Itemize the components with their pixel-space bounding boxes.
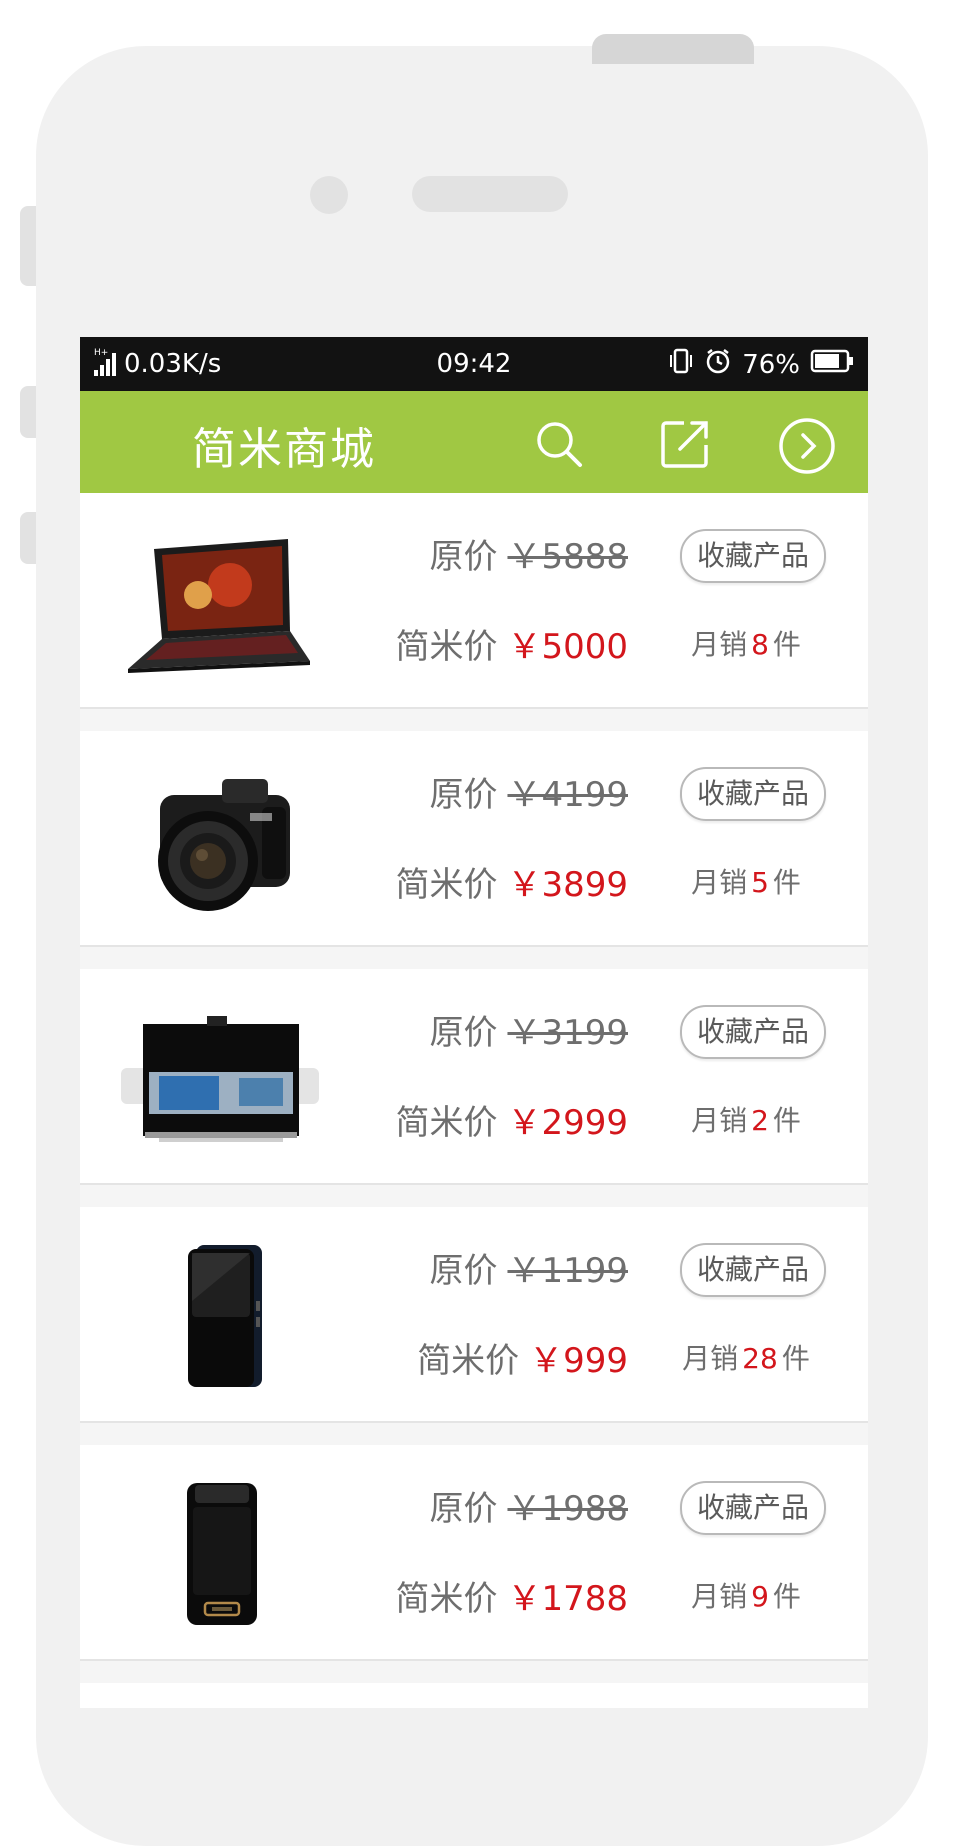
favorite-button[interactable]: 收藏产品 bbox=[680, 1481, 826, 1535]
original-price-label: 原价 bbox=[429, 1251, 498, 1291]
original-price: 原价 ￥1199 bbox=[429, 1243, 628, 1292]
share-icon[interactable] bbox=[658, 417, 712, 471]
member-price: 简米价 ￥5000 bbox=[395, 619, 628, 668]
original-price-value: ￥1988 bbox=[507, 1489, 628, 1529]
sales-unit: 件 bbox=[781, 1342, 810, 1375]
laptop-image bbox=[110, 517, 330, 687]
sales-unit: 件 bbox=[772, 866, 801, 899]
sales-count: 9 bbox=[751, 1580, 769, 1613]
product-card[interactable]: 原价 ￥5888 简米价 ￥5000 收藏产品 月销 8 件 bbox=[80, 493, 868, 709]
favorite-button[interactable]: 收藏产品 bbox=[680, 1243, 826, 1297]
member-price-value: ￥5000 bbox=[507, 627, 628, 667]
phone-image bbox=[110, 1231, 330, 1401]
sales-unit: 件 bbox=[772, 628, 801, 661]
original-price-value: ￥1199 bbox=[507, 1251, 628, 1291]
original-price-value: ￥5888 bbox=[507, 537, 628, 577]
earpiece-speaker bbox=[412, 176, 568, 212]
page-title: 简米商城 bbox=[192, 424, 376, 475]
volume-up-button bbox=[20, 386, 36, 438]
search-icon[interactable] bbox=[532, 417, 586, 471]
tv-image bbox=[110, 993, 330, 1163]
original-price-label: 原价 bbox=[429, 537, 498, 577]
sales-unit: 件 bbox=[772, 1104, 801, 1137]
sales-count: 5 bbox=[751, 866, 769, 899]
original-price-value: ￥3199 bbox=[507, 1013, 628, 1053]
product-card[interactable]: 原价 ￥3199 简米价 ￥2999 收藏产品 月销 2 件 bbox=[80, 969, 868, 1185]
monthly-sales: 月销 28 件 bbox=[666, 1337, 826, 1377]
next-icon[interactable] bbox=[778, 417, 835, 474]
member-price: 简米价 ￥999 bbox=[417, 1333, 628, 1382]
product-card[interactable]: 原价 ￥1988 简米价 ￥1788 收藏产品 月销 9 件 bbox=[80, 1445, 868, 1661]
product-list: 原价 ￥5888 简米价 ￥5000 收藏产品 月销 8 件 原价 ￥4199 … bbox=[80, 493, 868, 1708]
product-card[interactable]: 原价 ￥4199 简米价 ￥3899 收藏产品 月销 5 件 bbox=[80, 731, 868, 947]
mute-switch bbox=[20, 206, 36, 286]
member-price-label: 简米价 bbox=[395, 627, 498, 667]
original-price-label: 原价 bbox=[429, 1489, 498, 1529]
sales-label: 月销 bbox=[691, 1580, 748, 1613]
power-button bbox=[592, 34, 754, 64]
battery-icon bbox=[810, 348, 854, 381]
sales-unit: 件 bbox=[772, 1580, 801, 1613]
member-price-label: 简米价 bbox=[417, 1341, 520, 1381]
favorite-button[interactable]: 收藏产品 bbox=[680, 1005, 826, 1059]
sales-count: 8 bbox=[751, 628, 769, 661]
member-price: 简米价 ￥1788 bbox=[395, 1571, 628, 1620]
sales-label: 月销 bbox=[682, 1342, 739, 1375]
member-price-value: ￥999 bbox=[529, 1341, 628, 1381]
original-price: 原价 ￥5888 bbox=[429, 529, 628, 578]
status-bar: H+ 0.03K/s 09:42 76% bbox=[80, 337, 868, 391]
member-price-value: ￥1788 bbox=[507, 1579, 628, 1619]
volume-down-button bbox=[20, 512, 36, 564]
monthly-sales: 月销 5 件 bbox=[666, 861, 826, 901]
original-price-label: 原价 bbox=[429, 1013, 498, 1053]
member-price: 简米价 ￥2999 bbox=[395, 1095, 628, 1144]
sales-count: 2 bbox=[751, 1104, 769, 1137]
original-price-label: 原价 bbox=[429, 775, 498, 815]
member-price-label: 简米价 bbox=[395, 1103, 498, 1143]
status-right: 76% bbox=[668, 347, 854, 382]
front-camera bbox=[310, 176, 348, 214]
monthly-sales: 月销 9 件 bbox=[666, 1575, 826, 1615]
member-price-value: ￥3899 bbox=[507, 865, 628, 905]
monthly-sales: 月销 2 件 bbox=[666, 1099, 826, 1139]
battery-percent: 76% bbox=[742, 349, 800, 380]
product-card[interactable]: 原价 ￥1199 简米价 ￥999 收藏产品 月销 28 件 bbox=[80, 1207, 868, 1423]
product-card-partial[interactable] bbox=[80, 1683, 868, 1708]
app-screen: H+ 0.03K/s 09:42 76% 简米商城 原价 ￥5888 简米价 ￥… bbox=[80, 337, 868, 1708]
original-price: 原价 ￥3199 bbox=[429, 1005, 628, 1054]
member-price-value: ￥2999 bbox=[507, 1103, 628, 1143]
app-header: 简米商城 bbox=[80, 391, 868, 493]
member-price-label: 简米价 bbox=[395, 1579, 498, 1619]
member-price-label: 简米价 bbox=[395, 865, 498, 905]
sales-label: 月销 bbox=[691, 866, 748, 899]
flip-phone-image bbox=[110, 1469, 330, 1639]
camera-image bbox=[110, 755, 330, 925]
favorite-button[interactable]: 收藏产品 bbox=[680, 529, 826, 583]
sales-label: 月销 bbox=[691, 1104, 748, 1137]
monthly-sales: 月销 8 件 bbox=[666, 623, 826, 663]
sales-count: 28 bbox=[742, 1342, 778, 1375]
original-price-value: ￥4199 bbox=[507, 775, 628, 815]
favorite-button[interactable]: 收藏产品 bbox=[680, 767, 826, 821]
vibrate-icon bbox=[668, 347, 694, 382]
sales-label: 月销 bbox=[691, 628, 748, 661]
original-price: 原价 ￥1988 bbox=[429, 1481, 628, 1530]
original-price: 原价 ￥4199 bbox=[429, 767, 628, 816]
member-price: 简米价 ￥3899 bbox=[395, 857, 628, 906]
alarm-icon bbox=[704, 347, 732, 382]
